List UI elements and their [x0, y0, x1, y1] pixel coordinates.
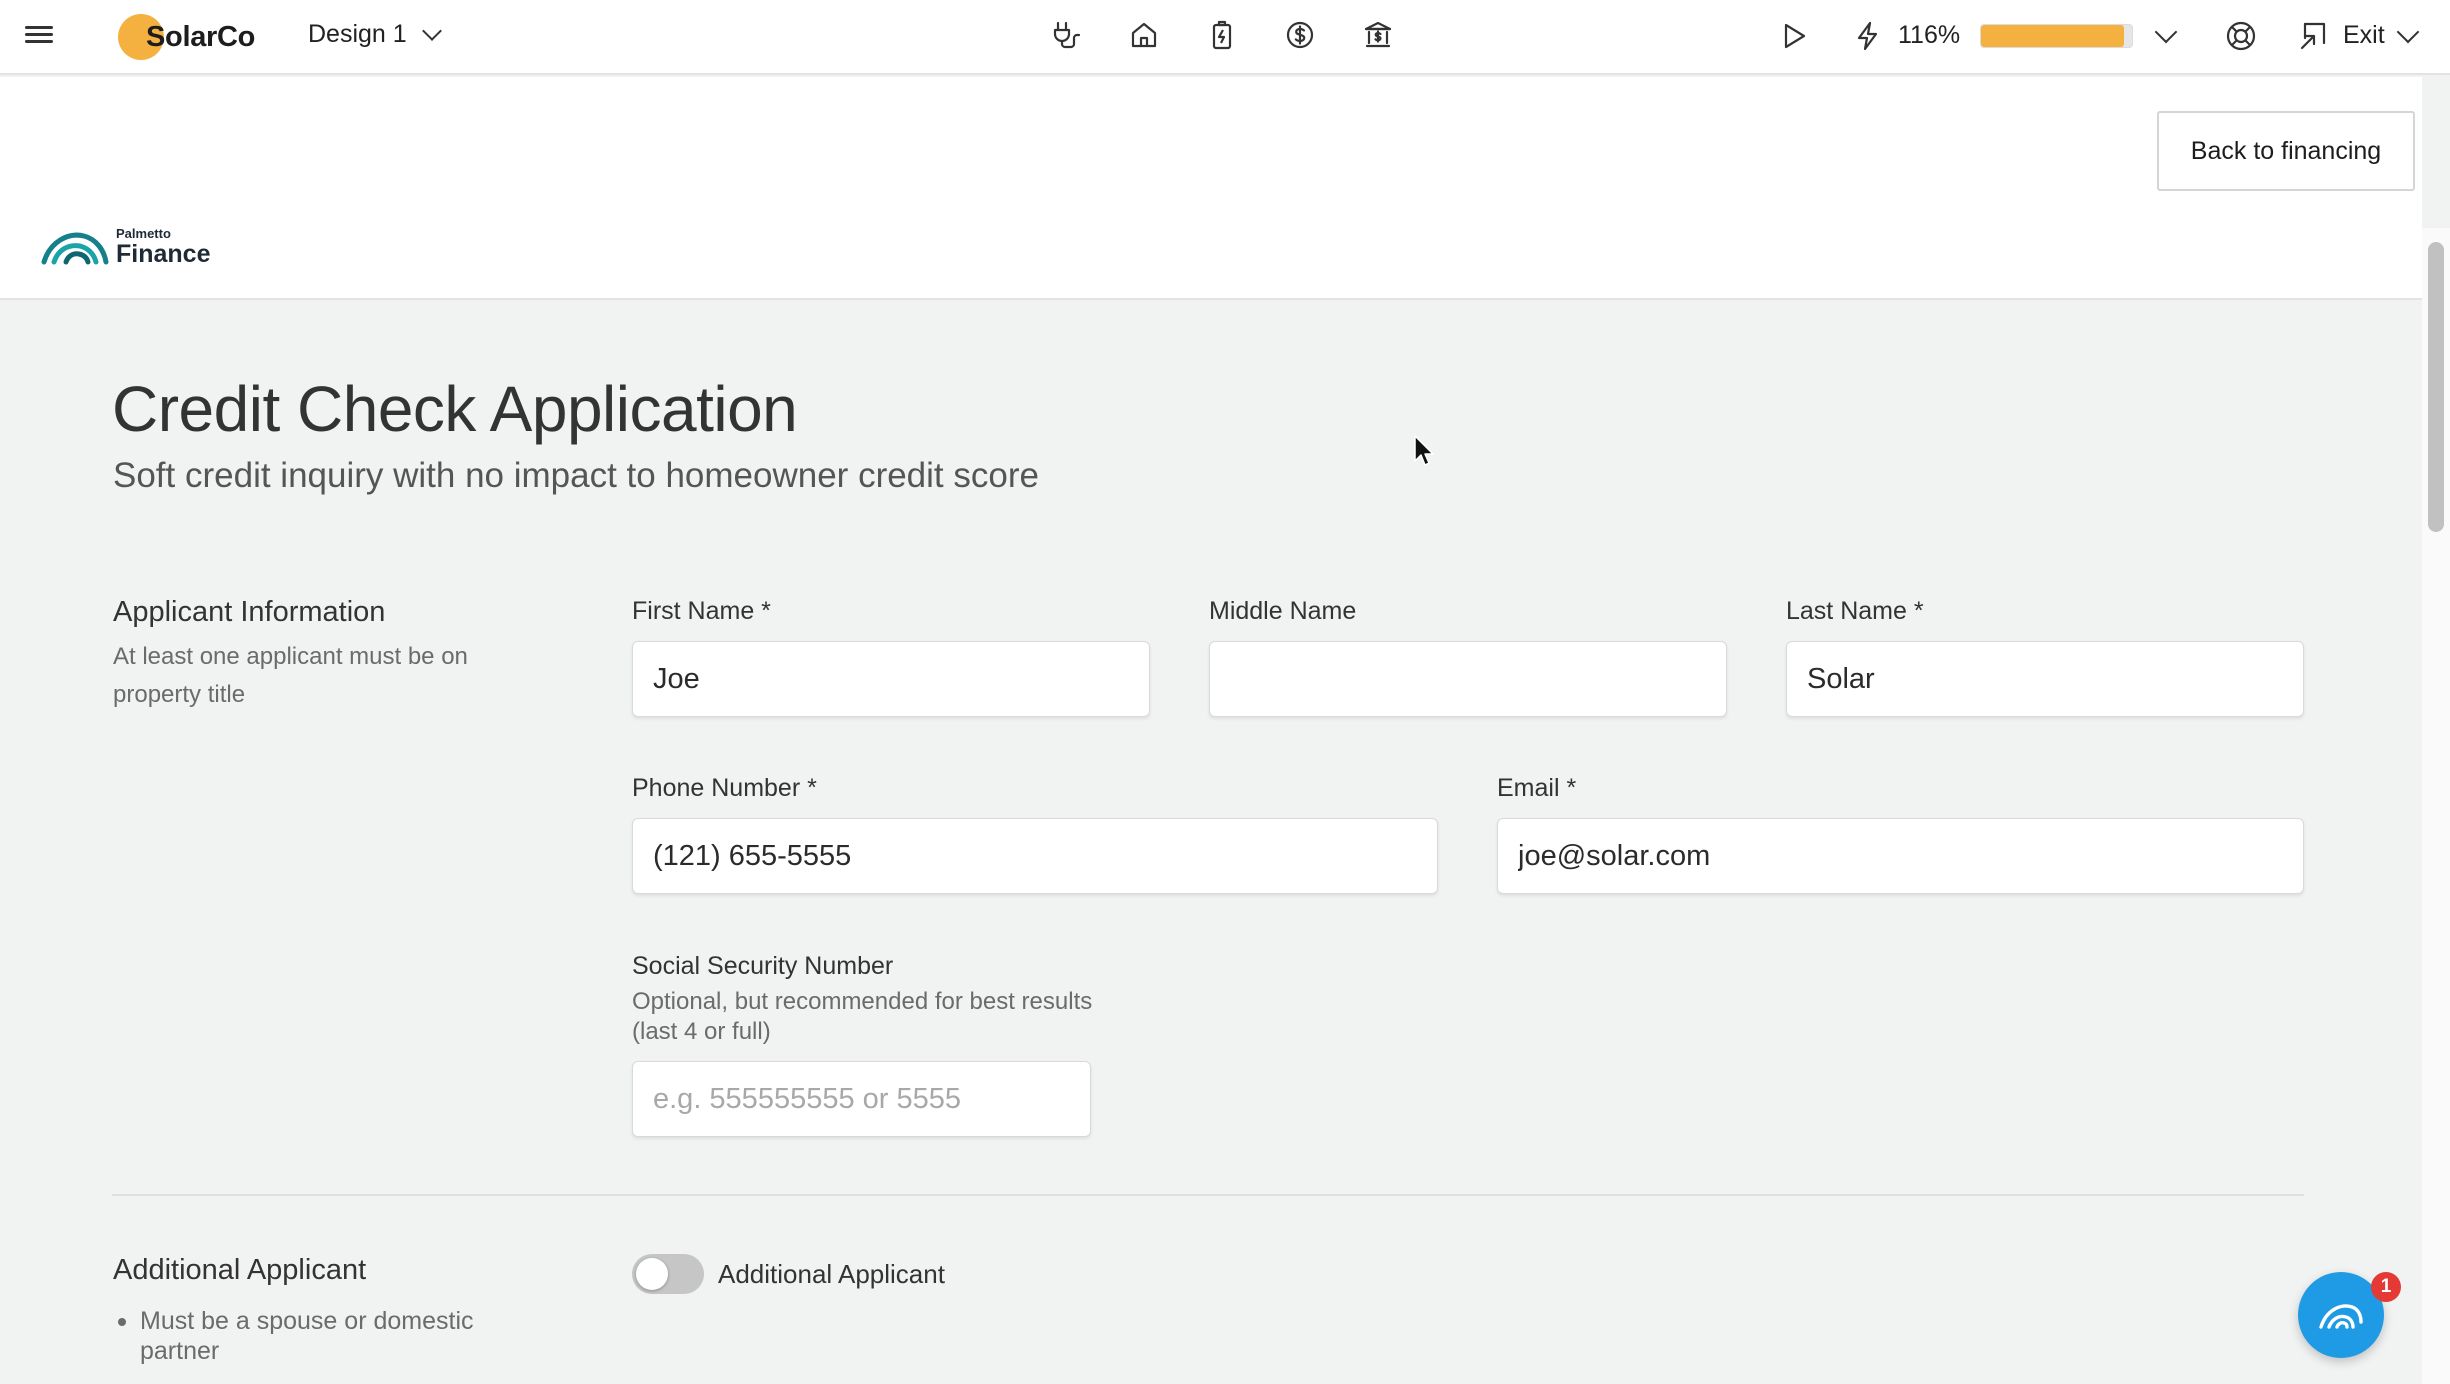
- palmetto-logo-icon: [41, 232, 109, 265]
- exit-icon[interactable]: [2298, 20, 2330, 52]
- page-scrollbar[interactable]: [2422, 228, 2450, 1384]
- menu-icon[interactable]: [25, 22, 53, 50]
- first-name-input[interactable]: [632, 641, 1150, 717]
- dollar-icon[interactable]: [1284, 16, 1316, 54]
- additional-requirement-item: Must be a spouse or domestic partner: [118, 1306, 538, 1366]
- mouse-pointer-icon: [1414, 435, 1434, 466]
- chat-logo-icon: [2319, 1304, 2363, 1329]
- bank-icon[interactable]: [1362, 16, 1394, 54]
- help-lifebuoy-icon[interactable]: [2224, 19, 2258, 53]
- ssn-label: Social Security Number: [632, 952, 894, 980]
- first-name-label: First Name *: [632, 597, 771, 625]
- production-progress-fill: [1981, 25, 2125, 47]
- phone-input[interactable]: [632, 818, 1438, 894]
- chevron-down-icon: [421, 20, 442, 41]
- exit-label[interactable]: Exit: [2343, 21, 2385, 50]
- scrollbar-thumb[interactable]: [2428, 242, 2444, 532]
- play-icon[interactable]: [1778, 20, 1810, 52]
- production-percent: 116%: [1898, 21, 1961, 49]
- production-progress-bar: [1980, 24, 2133, 48]
- additional-applicant-toggle[interactable]: [632, 1254, 704, 1294]
- page-title: Credit Check Application: [112, 373, 798, 445]
- brand-name: SolarCo: [146, 20, 256, 53]
- chevron-down-icon[interactable]: [2396, 20, 2420, 44]
- phone-label: Phone Number *: [632, 774, 817, 802]
- back-to-financing-button[interactable]: Back to financing: [2157, 111, 2415, 191]
- email-input[interactable]: [1497, 818, 2304, 894]
- chevron-down-icon[interactable]: [2154, 20, 2178, 44]
- middle-name-label: Middle Name: [1209, 597, 1357, 625]
- battery-icon[interactable]: [1206, 16, 1238, 54]
- applicant-section-title: Applicant Information: [113, 596, 386, 628]
- applicant-section-desc: At least one applicant must be on proper…: [113, 643, 468, 708]
- last-name-label: Last Name *: [1786, 597, 1924, 625]
- toggle-knob: [636, 1258, 668, 1290]
- page-subtitle: Soft credit inquiry with no impact to ho…: [113, 456, 1039, 495]
- additional-section-title: Additional Applicant: [113, 1254, 367, 1286]
- notification-badge: 1: [2371, 1272, 2401, 1302]
- brand-logo[interactable]: SolarCo: [118, 12, 255, 62]
- additional-requirement-text: Must be a spouse or domestic partner: [140, 1307, 474, 1365]
- ssn-input[interactable]: [632, 1061, 1091, 1137]
- home-icon[interactable]: [1128, 16, 1160, 54]
- palmetto-finance-logo: Palmetto Finance: [40, 222, 210, 272]
- top-navigation-bar: SolarCo Design 1 116% Exit: [0, 0, 2450, 75]
- ssn-help-text: Optional, but recommended for best resul…: [632, 988, 1093, 1045]
- last-name-input[interactable]: [1786, 641, 2304, 717]
- bullet-dot: [118, 1318, 126, 1326]
- middle-name-input[interactable]: [1209, 641, 1727, 717]
- financing-header: Back to financing Palmetto Finance: [0, 77, 2422, 300]
- additional-applicant-toggle-label[interactable]: Additional Applicant: [718, 1259, 945, 1290]
- design-label: Design 1: [308, 20, 407, 48]
- partner-name-big: Finance: [116, 240, 211, 268]
- plug-icon[interactable]: [1050, 16, 1082, 54]
- email-label: Email *: [1497, 774, 1577, 802]
- section-divider: [112, 1194, 2304, 1196]
- partner-name-small: Palmetto: [116, 226, 171, 241]
- bolt-icon: [1857, 21, 1878, 51]
- design-tools: [1050, 16, 1394, 54]
- design-selector[interactable]: Design 1: [308, 20, 442, 49]
